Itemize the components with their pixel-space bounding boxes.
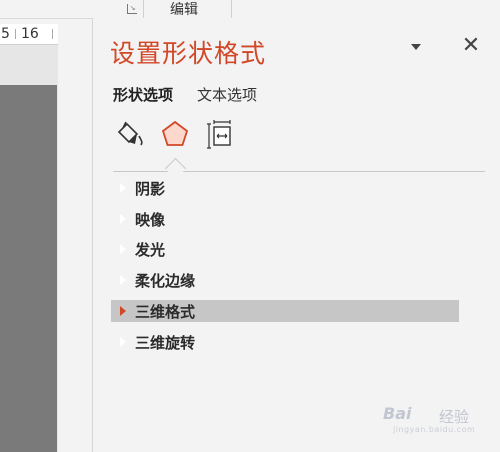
expand-arrow-icon xyxy=(119,274,126,286)
active-icon-indicator xyxy=(164,157,187,180)
tab-shape-options[interactable]: 形状选项 xyxy=(113,84,173,105)
watermark-text: 经验 xyxy=(439,408,470,426)
section-label: 柔化边缘 xyxy=(135,272,196,290)
expand-arrow-icon xyxy=(120,306,126,316)
baidu-watermark: Bai 经验 jingyan.baidu.com xyxy=(383,398,493,438)
horizontal-ruler: 5 16 xyxy=(0,24,58,45)
ruler-number: 5 xyxy=(1,26,10,42)
section-soft-edges[interactable]: 柔化边缘 xyxy=(111,269,459,291)
section-label: 三维格式 xyxy=(135,303,196,321)
ribbon-separator xyxy=(231,0,232,18)
ruler-tick xyxy=(15,29,16,39)
watermark-brand: Bai xyxy=(383,404,412,423)
format-shape-pane: 设置形状格式 ✕ 形状选项 文本选项 阴影 映像 发光 柔化边缘 三维格式 三维… xyxy=(93,18,500,452)
ribbon-group-label: 编辑 xyxy=(170,2,198,18)
expand-arrow-icon xyxy=(119,213,126,225)
fill-line-icon[interactable] xyxy=(113,118,145,150)
section-shadow[interactable]: 阴影 xyxy=(111,177,459,199)
section-label: 发光 xyxy=(135,241,166,259)
section-glow[interactable]: 发光 xyxy=(111,238,459,260)
pane-options-dropdown-icon[interactable] xyxy=(411,44,421,50)
section-reflection[interactable]: 映像 xyxy=(111,208,459,230)
section-3d-rotation[interactable]: 三维旋转 xyxy=(111,331,459,353)
expand-arrow-icon xyxy=(119,243,126,255)
effects-pentagon-icon[interactable] xyxy=(159,118,191,150)
section-label: 阴影 xyxy=(135,180,166,198)
section-label: 映像 xyxy=(135,211,166,229)
slide[interactable] xyxy=(0,85,57,452)
ribbon-strip: ↘ 编辑 xyxy=(0,0,500,19)
ruler-number: 16 xyxy=(21,26,39,42)
section-label: 三维旋转 xyxy=(135,334,196,352)
size-properties-icon[interactable] xyxy=(205,118,237,150)
ruler-tick xyxy=(52,29,53,39)
tab-text-options[interactable]: 文本选项 xyxy=(197,84,257,105)
expand-arrow-icon xyxy=(119,182,126,194)
watermark-url: jingyan.baidu.com xyxy=(393,425,476,434)
slide-canvas-area[interactable] xyxy=(0,45,58,452)
section-3d-format[interactable]: 三维格式 xyxy=(111,300,459,322)
close-icon[interactable]: ✕ xyxy=(461,34,481,58)
pane-title: 设置形状格式 xyxy=(110,39,267,68)
dialog-launcher-icon[interactable]: ↘ xyxy=(127,4,137,14)
ribbon-separator xyxy=(143,0,144,18)
expand-arrow-icon xyxy=(119,336,126,348)
